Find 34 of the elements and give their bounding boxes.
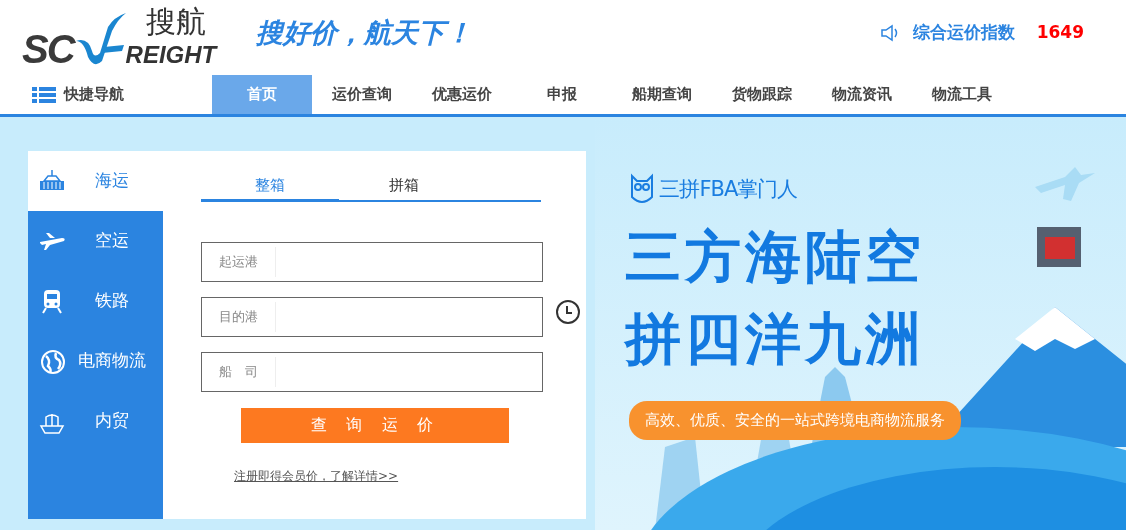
nav-tab[interactable]: 物流工具 xyxy=(912,75,1012,114)
banner-headline: 拼四洋九洲 xyxy=(625,311,926,367)
index-value: 1649 xyxy=(1036,20,1084,44)
transport-tab[interactable]: 空运 xyxy=(28,211,163,271)
transport-tab[interactable]: 内贸 xyxy=(28,391,163,451)
logo-letters: SC xyxy=(22,28,74,69)
search-tab[interactable]: 拼箱 xyxy=(339,173,469,202)
nav-tab[interactable]: 货物跟踪 xyxy=(712,75,812,114)
logo-wordmark: REIGHT xyxy=(125,42,217,67)
index-label: 综合运价指数 xyxy=(912,20,1015,44)
register-link[interactable]: 注册即得会员价，了解详情>> xyxy=(234,466,399,485)
brand-name: 三拼FBA掌门人 xyxy=(659,176,798,204)
port-field[interactable]: 船 司 xyxy=(201,351,543,392)
search-tab[interactable]: 整箱 xyxy=(201,173,339,202)
nav-tab[interactable]: 物流资讯 xyxy=(812,75,912,114)
globe-icon xyxy=(38,348,66,374)
port-field[interactable]: 目的港 xyxy=(201,296,543,337)
transport-tab[interactable]: 海运 xyxy=(28,151,163,211)
transport-tab[interactable]: 铁路 xyxy=(28,271,163,331)
nav-tab[interactable]: 船期查询 xyxy=(612,75,712,114)
search-button[interactable]: 查询运价 xyxy=(241,407,509,443)
nav-tab[interactable]: 运价查询 xyxy=(312,75,412,114)
clock-icon[interactable] xyxy=(555,298,581,325)
menu-icon[interactable] xyxy=(32,85,56,104)
transport-tab[interactable]: 电商物流 xyxy=(28,331,163,391)
logo-chinese: 搜航 xyxy=(146,6,207,37)
banner-tagline: 高效、优质、安全的一站式跨境电商物流服务 xyxy=(629,401,962,440)
port-field[interactable]: 起运港 xyxy=(201,241,543,282)
nav-tab[interactable]: 申报 xyxy=(512,75,612,114)
quick-nav-link[interactable]: 快捷导航 xyxy=(64,83,124,106)
slogan: 搜好价，航天下！ xyxy=(256,15,473,50)
banner-headline: 三方海陆空 xyxy=(625,229,926,285)
nav-tab[interactable]: 首页 xyxy=(212,75,312,114)
nav-tab[interactable]: 优惠运价 xyxy=(412,75,512,114)
